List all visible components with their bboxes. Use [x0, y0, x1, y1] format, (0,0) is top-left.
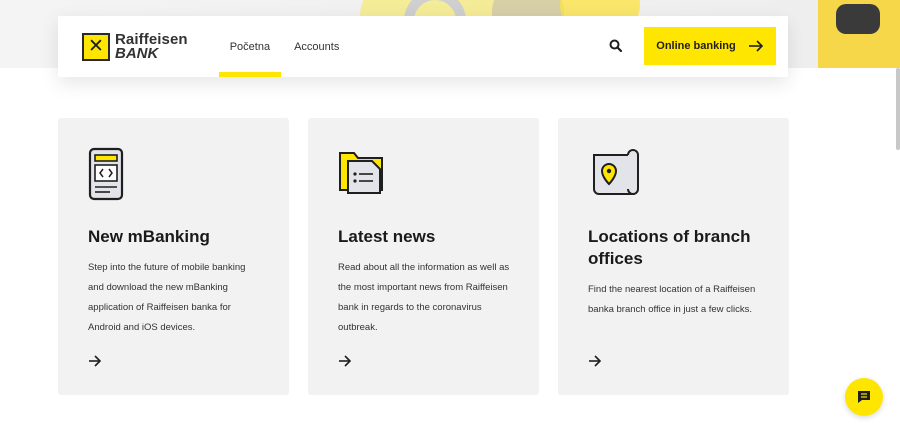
arrow-right-icon[interactable] — [338, 354, 352, 367]
card-title: New mBanking — [88, 227, 210, 246]
news-folder-icon — [338, 147, 386, 200]
card-latest-news[interactable]: Latest news Read about all the informati… — [308, 118, 539, 395]
card-title: Locations of branch offices — [588, 227, 751, 268]
logo-text: Raiffeisen BANK — [115, 32, 188, 62]
main-nav: Početna Accounts — [218, 16, 353, 77]
nav-item-accounts[interactable]: Accounts — [283, 16, 350, 77]
logo-mark: ✕ — [82, 32, 110, 61]
card-branch-locations[interactable]: Locations of branch offices Find the nea… — [558, 118, 789, 395]
search-icon[interactable] — [608, 38, 624, 54]
map-location-icon — [588, 147, 640, 204]
nav-item-pocetna[interactable]: Početna — [218, 16, 282, 77]
card-mbanking[interactable]: New mBanking Step into the future of mob… — [58, 118, 289, 395]
online-banking-label: Online banking — [656, 40, 736, 52]
site-header: ✕ Raiffeisen BANK Početna Accounts Onlin… — [58, 16, 788, 77]
card-text: Read about all the information as well a… — [338, 262, 510, 333]
chat-icon — [858, 391, 870, 403]
logo-line2: BANK — [115, 44, 159, 62]
scrollbar[interactable] — [896, 68, 900, 150]
mobile-phone-icon — [88, 147, 124, 206]
logo[interactable]: ✕ Raiffeisen BANK — [82, 32, 188, 62]
card-text: Find the nearest location of a Raiffeise… — [588, 284, 756, 315]
card-title: Latest news — [338, 227, 436, 246]
online-banking-button[interactable]: Online banking — [644, 27, 776, 65]
arrow-right-icon — [748, 40, 763, 52]
arrow-right-icon[interactable] — [588, 354, 602, 367]
chat-button[interactable] — [845, 378, 883, 416]
hero-shape — [836, 4, 880, 34]
card-text: Step into the future of mobile banking a… — [88, 262, 246, 333]
arrow-right-icon[interactable] — [88, 354, 102, 367]
